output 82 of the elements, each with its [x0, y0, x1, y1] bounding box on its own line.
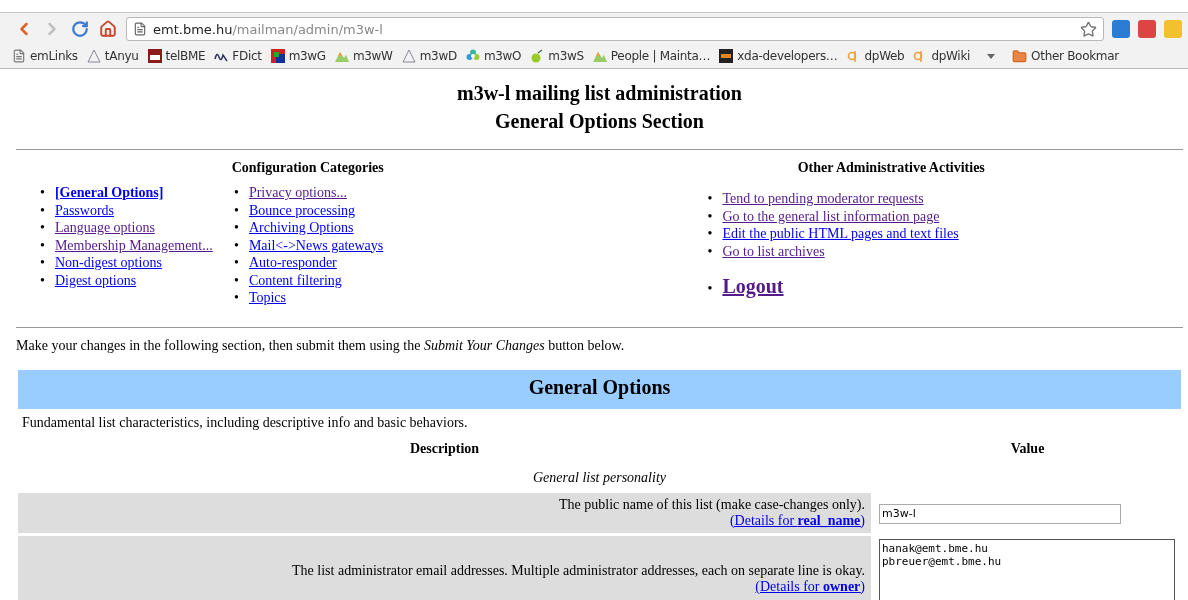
- bookmark[interactable]: xda-developers…: [737, 49, 838, 63]
- page-title: m3w-l mailing list administration: [456, 81, 743, 105]
- reload-icon[interactable]: [71, 20, 89, 38]
- details-link[interactable]: (Details for owner): [755, 578, 865, 595]
- bullet: •: [40, 219, 45, 237]
- bookmark[interactable]: m3wW: [352, 49, 393, 63]
- category-link[interactable]: Non-digest options: [54, 254, 162, 272]
- bookmark[interactable]: dpWiki: [931, 49, 971, 63]
- star-icon[interactable]: [1080, 20, 1097, 38]
- bookmark[interactable]: m3wS: [548, 49, 584, 63]
- fruit-icon: [530, 49, 545, 63]
- bookmark[interactable]: telBME: [165, 49, 206, 63]
- triangle-icon: [401, 49, 416, 63]
- flower-icon: [465, 49, 480, 63]
- address-bar[interactable]: emt.bme.hu/mailman/admin/m3w-l: [126, 17, 1104, 41]
- category-link[interactable]: Passwords: [54, 201, 115, 219]
- option-description: The public name of this list (make case-changes only).: [559, 496, 865, 513]
- bullet: •: [40, 254, 45, 272]
- category-link[interactable]: Language options: [54, 219, 155, 237]
- page-icon: [12, 49, 26, 63]
- bullet: •: [234, 184, 239, 202]
- bullet: •: [707, 242, 713, 260]
- bookmark[interactable]: emLinks: [30, 49, 78, 63]
- squares-icon: [270, 49, 285, 63]
- badge-icon: [147, 49, 162, 63]
- triangle-icon: [86, 49, 101, 63]
- logout-link[interactable]: Logout: [722, 278, 784, 296]
- admin-link[interactable]: Tend to pending moderator requests: [722, 190, 924, 208]
- instruction-text: Make your changes in the following section, then submit them using the Submit Your Changes button below.: [16, 337, 625, 353]
- bookmark[interactable]: m3wO: [483, 49, 522, 63]
- category-link[interactable]: Auto-responder: [248, 254, 337, 272]
- page-subtitle: General Options Section: [494, 109, 705, 133]
- bullet: •: [234, 271, 239, 289]
- extension-icon[interactable]: [1138, 20, 1156, 38]
- bullet: •: [707, 280, 713, 298]
- category-link[interactable]: Content filtering: [248, 271, 342, 289]
- section-heading: Configuration Categories: [230, 160, 385, 176]
- category-link[interactable]: [General Options]: [54, 184, 164, 202]
- bookmark[interactable]: dpWeb: [864, 49, 905, 63]
- bookmark[interactable]: FDict: [232, 49, 262, 63]
- category-link[interactable]: Mail<->News gateways: [248, 236, 384, 254]
- bullet: •: [40, 271, 45, 289]
- category-link[interactable]: Privacy options...: [248, 184, 347, 202]
- bullet: •: [707, 225, 713, 243]
- category-link[interactable]: Digest options: [54, 271, 137, 289]
- admin-link[interactable]: Go to the general list information page: [722, 207, 940, 225]
- bullet: •: [707, 207, 713, 225]
- bookmark[interactable]: People | Mainta…: [610, 49, 711, 63]
- bookmark[interactable]: m3wD: [419, 49, 457, 63]
- admin-link[interactable]: Go to list archives: [722, 242, 825, 260]
- details-link[interactable]: (Details for real_name): [729, 512, 865, 529]
- category-link[interactable]: Membership Management...: [54, 236, 213, 254]
- bullet: •: [40, 184, 45, 202]
- page-icon: [133, 22, 147, 36]
- folder-icon: [1012, 48, 1028, 64]
- bookmark-folder[interactable]: Other Bookmar: [1031, 49, 1119, 63]
- group-heading: General list personality: [533, 469, 666, 485]
- category-link[interactable]: Topics: [248, 289, 287, 307]
- extension-icon[interactable]: [1112, 20, 1130, 38]
- bookmark[interactable]: tAnyu: [104, 49, 139, 63]
- home-icon[interactable]: [99, 20, 117, 38]
- column-header: Description: [409, 440, 480, 456]
- bullet: •: [707, 190, 713, 208]
- bookmark[interactable]: m3wG: [288, 49, 326, 63]
- bullet: •: [234, 289, 239, 307]
- section-description: Fundamental list characteristics, including descriptive info and basic behaviors.: [22, 414, 468, 430]
- column-header: Value: [1010, 440, 1045, 456]
- bullet: •: [234, 219, 239, 237]
- bullet: •: [40, 236, 45, 254]
- admin-link[interactable]: Edit the public HTML pages and text files: [722, 225, 959, 243]
- section-heading: Other Administrative Activities: [796, 160, 986, 176]
- section-title: General Options: [527, 375, 672, 399]
- bullet: •: [234, 254, 239, 272]
- option-description: The list administrator email addresses. Multiple administrator addresses, each on separate line is okay.: [292, 562, 865, 579]
- caret-icon[interactable]: [987, 53, 996, 59]
- bullet: •: [234, 201, 239, 219]
- category-link[interactable]: Archiving Options: [248, 219, 354, 237]
- input-field[interactable]: m3w-l: [879, 503, 1121, 524]
- category-link[interactable]: Bounce processing: [248, 201, 356, 219]
- bullet: •: [40, 201, 45, 219]
- bullet: •: [234, 236, 239, 254]
- text-area[interactable]: hanak@emt.bme.hu pbreuer@emt.bme.hu: [879, 538, 1175, 600]
